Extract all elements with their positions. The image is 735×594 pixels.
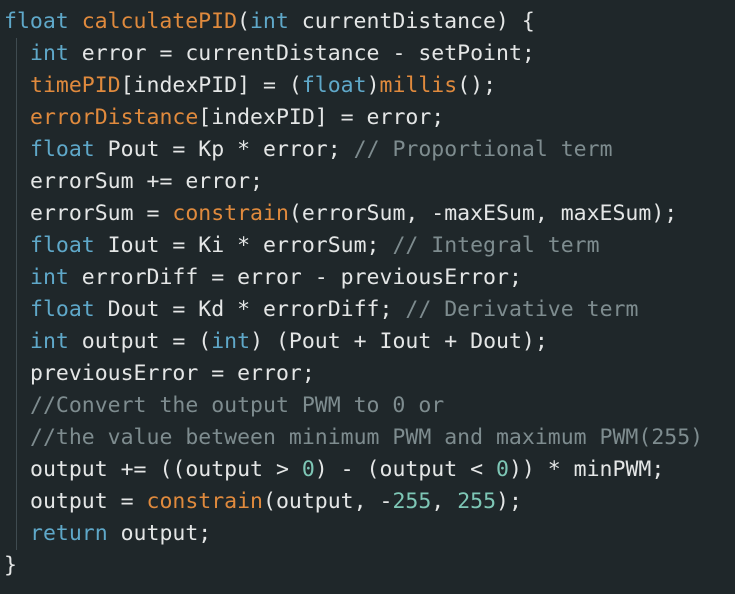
code-text: )) * minPWM; (508, 457, 665, 482)
keyword-token: float (30, 297, 95, 322)
keyword-token: float (30, 233, 95, 258)
keyword-token: int (211, 329, 251, 354)
code-text: ) (Pout + Iout + Dout); (250, 329, 548, 354)
code-text: (output, - (263, 489, 393, 514)
code-text: } (4, 553, 17, 578)
identifier-token: errorDistance (30, 105, 199, 130)
code-text: Dout = Kd * errorDiff; (94, 297, 406, 322)
identifier-token: constrain (172, 201, 289, 226)
code-text: Pout = Kp * error; (94, 137, 354, 162)
keyword-token: float (301, 73, 367, 98)
number-token: 255 (457, 489, 497, 514)
comment-token: //Convert the output PWM to 0 or (30, 393, 445, 418)
code-text: previousError = error; (30, 361, 315, 386)
comment-token: // Derivative term (405, 297, 639, 322)
code-line: output = constrain(output, -255, 255); (4, 486, 703, 518)
number-token: 0 (301, 457, 315, 482)
code-text: output += ((output > (30, 457, 302, 482)
code-text: errorDiff = error - previousError; (68, 265, 522, 290)
comment-token: //the value between minimum PWM and maxi… (30, 425, 704, 450)
code-line: timePID[indexPID] = (float)millis(); (4, 70, 703, 102)
code-line: output += ((output > 0) - (output < 0)) … (4, 454, 703, 486)
code-text: output = (30, 489, 147, 514)
code-text: , (431, 489, 458, 514)
code-line: int error = currentDistance - setPoint; (4, 38, 703, 70)
code-line: } (4, 550, 703, 582)
keyword-token: int (249, 9, 289, 34)
code-text: error = currentDistance - setPoint; (68, 41, 535, 66)
code-text: ) - (output < (314, 457, 496, 482)
code-text: [indexPID] = ( (120, 73, 302, 98)
code-line: float Iout = Ki * errorSum; // Integral … (4, 230, 703, 262)
number-token: 255 (392, 489, 432, 514)
keyword-token: return (30, 521, 108, 546)
code-line: float calculatePID(int currentDistance) … (4, 6, 703, 38)
comment-token: // Integral term (392, 233, 600, 258)
code-text: output; (107, 521, 212, 546)
code-text: currentDistance) { (288, 9, 535, 34)
code-line: int output = (int) (Pout + Iout + Dout); (4, 326, 703, 358)
code-text: ) (366, 73, 380, 98)
code-line: return output; (4, 518, 703, 550)
code-text: errorSum = (30, 201, 173, 226)
comment-token: // Proportional term (353, 137, 613, 162)
code-line: //the value between minimum PWM and maxi… (4, 422, 703, 454)
code-text: (); (457, 73, 497, 98)
identifier-token: calculatePID (81, 9, 238, 34)
code-text: errorSum += error; (30, 169, 263, 194)
identifier-token: timePID (30, 73, 121, 98)
keyword-token: float (4, 9, 69, 34)
keyword-token: int (30, 329, 69, 354)
code-text: [indexPID] = error; (198, 105, 445, 130)
code-line: int errorDiff = error - previousError; (4, 262, 703, 294)
identifier-token: millis (379, 73, 458, 98)
code-line: float Pout = Kp * error; // Proportional… (4, 134, 703, 166)
code-text: output = ( (68, 329, 212, 354)
code-line: errorDistance[indexPID] = error; (4, 102, 703, 134)
code-text: Iout = Ki * errorSum; (94, 233, 393, 258)
code-line: errorSum = constrain(errorSum, -maxESum,… (4, 198, 703, 230)
code-editor[interactable]: float calculatePID(int currentDistance) … (0, 0, 735, 594)
keyword-token: float (30, 137, 95, 162)
code-block[interactable]: float calculatePID(int currentDistance) … (4, 6, 703, 582)
code-text: ); (496, 489, 522, 514)
code-text: ( (237, 9, 250, 34)
code-line: errorSum += error; (4, 166, 703, 198)
code-line: previousError = error; (4, 358, 703, 390)
keyword-token: int (30, 41, 69, 66)
code-line: float Dout = Kd * errorDiff; // Derivati… (4, 294, 703, 326)
keyword-token: int (30, 265, 69, 290)
code-line: //Convert the output PWM to 0 or (4, 390, 703, 422)
identifier-token: constrain (146, 489, 264, 514)
code-text: (errorSum, -maxESum, maxESum); (288, 201, 678, 226)
number-token: 0 (496, 457, 509, 482)
